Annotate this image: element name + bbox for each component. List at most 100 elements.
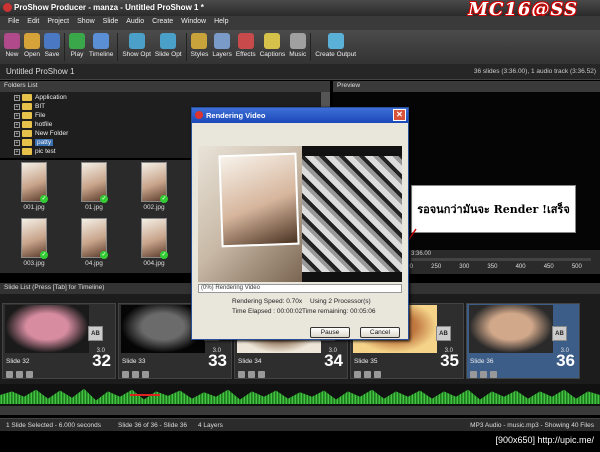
menu-file[interactable]: File: [4, 16, 23, 30]
render-progress-label: (0%) Rendering Video: [201, 285, 260, 291]
folder-item[interactable]: + patty: [14, 139, 54, 146]
open-icon: [24, 33, 40, 49]
slide-opt-button[interactable]: Slide Opt: [155, 30, 182, 58]
play-icon[interactable]: [470, 371, 477, 378]
cancel-button[interactable]: Cancel: [360, 327, 400, 338]
expand-icon[interactable]: +: [14, 103, 20, 110]
slide-number: 32: [92, 351, 111, 370]
slide-controls: [6, 371, 33, 378]
menu-create[interactable]: Create: [148, 16, 177, 30]
pause-button[interactable]: Pause: [310, 327, 350, 338]
styles-button[interactable]: Styles: [191, 30, 208, 58]
slide-image: [469, 305, 553, 353]
play-icon[interactable]: [122, 371, 129, 378]
file-thumbnail[interactable]: ✓ 004.jpg: [134, 218, 174, 268]
menu-project[interactable]: Project: [43, 16, 73, 30]
transition-icon[interactable]: AB: [552, 326, 567, 341]
effects-button[interactable]: Effects: [236, 30, 256, 58]
image-footer: [900x650] http://upic.me/: [0, 431, 600, 452]
slide-number: 33: [208, 351, 227, 370]
ruler-tick: 400: [515, 264, 526, 270]
dialog-close-button[interactable]: ✕: [393, 109, 406, 121]
preview-scrub-bar[interactable]: [411, 258, 591, 261]
thumbnail-image: ✓: [21, 162, 48, 203]
camera-icon[interactable]: [248, 371, 255, 378]
sound-icon[interactable]: [490, 371, 497, 378]
toolbar-label: Effects: [235, 51, 256, 58]
slide-number: 36: [556, 351, 575, 370]
preview-ruler: 200250300350400450500: [403, 264, 600, 274]
timeline-scrollbar[interactable]: [0, 406, 600, 415]
app-icon: [3, 3, 12, 12]
render-collage-photo: [302, 156, 402, 272]
menu-slide[interactable]: Slide: [99, 16, 123, 30]
thumbnail-filename: 04.jpg: [85, 260, 103, 267]
save-button[interactable]: Save: [44, 30, 60, 58]
audio-track[interactable]: [0, 384, 600, 406]
expand-icon[interactable]: +: [14, 94, 20, 101]
open-button[interactable]: Open: [24, 30, 40, 58]
sound-icon[interactable]: [142, 371, 149, 378]
menu-audio[interactable]: Audio: [122, 16, 148, 30]
render-time-remaining: Time remaining: 00:05:06: [302, 308, 376, 315]
sound-icon[interactable]: [258, 371, 265, 378]
new-button[interactable]: New: [4, 30, 20, 58]
thumbnail-filename: 01.jpg: [85, 204, 103, 211]
folder-item[interactable]: + File: [14, 112, 45, 119]
folder-item[interactable]: + BIT: [14, 103, 45, 110]
folder-item[interactable]: + New Folder: [14, 130, 68, 137]
toolbar-label: Create Output: [315, 51, 357, 58]
camera-icon[interactable]: [16, 371, 23, 378]
timeline-button[interactable]: Timeline: [89, 30, 113, 58]
file-thumbnail[interactable]: ✓ 002.jpg: [134, 162, 174, 212]
camera-icon[interactable]: [364, 371, 371, 378]
slide-number: 34: [324, 351, 343, 370]
folder-label: BIT: [35, 103, 46, 110]
music-button[interactable]: Music: [289, 30, 306, 58]
folder-item[interactable]: + Application: [14, 94, 67, 101]
file-thumbnail[interactable]: ✓ 001.jpg: [14, 162, 54, 212]
slide-card[interactable]: AB 3.0 Slide 36 36: [466, 303, 580, 379]
layers-button[interactable]: Layers: [212, 30, 232, 58]
folder-item[interactable]: + hotfile: [14, 121, 52, 128]
expand-icon[interactable]: +: [14, 121, 20, 128]
file-thumbnail[interactable]: ✓ 01.jpg: [74, 162, 114, 212]
menu-show[interactable]: Show: [73, 16, 99, 30]
file-thumbnail[interactable]: ✓ 04.jpg: [74, 218, 114, 268]
folder-item[interactable]: + pic test: [14, 148, 56, 155]
transition-icon[interactable]: AB: [88, 326, 103, 341]
captions-button[interactable]: Captions: [260, 30, 285, 58]
slide-card[interactable]: AB 3.0 Slide 32 32: [2, 303, 116, 379]
camera-icon[interactable]: [480, 371, 487, 378]
thumbnail-filename: 001.jpg: [23, 204, 45, 211]
play-button[interactable]: Play: [69, 30, 85, 58]
menu-window[interactable]: Window: [177, 16, 210, 30]
check-icon: ✓: [100, 195, 108, 203]
toolbar-separator: [185, 33, 187, 61]
menu-help[interactable]: Help: [210, 16, 232, 30]
show-opt-button[interactable]: Show Opt: [122, 30, 151, 58]
create-output-button[interactable]: Create Output: [315, 30, 356, 58]
expand-icon[interactable]: +: [14, 148, 20, 155]
save-icon: [44, 33, 60, 49]
file-thumbnail[interactable]: ✓ 003.jpg: [14, 218, 54, 268]
render-time-elapsed: Time Elapsed : 00:00:02: [232, 308, 303, 315]
play-icon[interactable]: [6, 371, 13, 378]
slide-name: Slide 34: [238, 358, 262, 365]
sound-icon[interactable]: [26, 371, 33, 378]
camera-icon[interactable]: [132, 371, 139, 378]
toolbar-separator: [117, 33, 119, 61]
menu-edit[interactable]: Edit: [23, 16, 43, 30]
transition-icon[interactable]: AB: [436, 326, 451, 341]
folder-icon: [22, 148, 32, 155]
captions-icon: [264, 33, 281, 49]
sound-icon[interactable]: [374, 371, 381, 378]
expand-icon[interactable]: +: [14, 112, 20, 119]
play-icon[interactable]: [238, 371, 245, 378]
dialog-app-icon: [195, 111, 203, 119]
expand-icon[interactable]: +: [14, 139, 20, 146]
play-icon[interactable]: [354, 371, 361, 378]
toolbar-label: Play: [70, 51, 84, 58]
render-speed: Rendering Speed: 0.70x: [232, 298, 303, 305]
expand-icon[interactable]: +: [14, 130, 20, 137]
